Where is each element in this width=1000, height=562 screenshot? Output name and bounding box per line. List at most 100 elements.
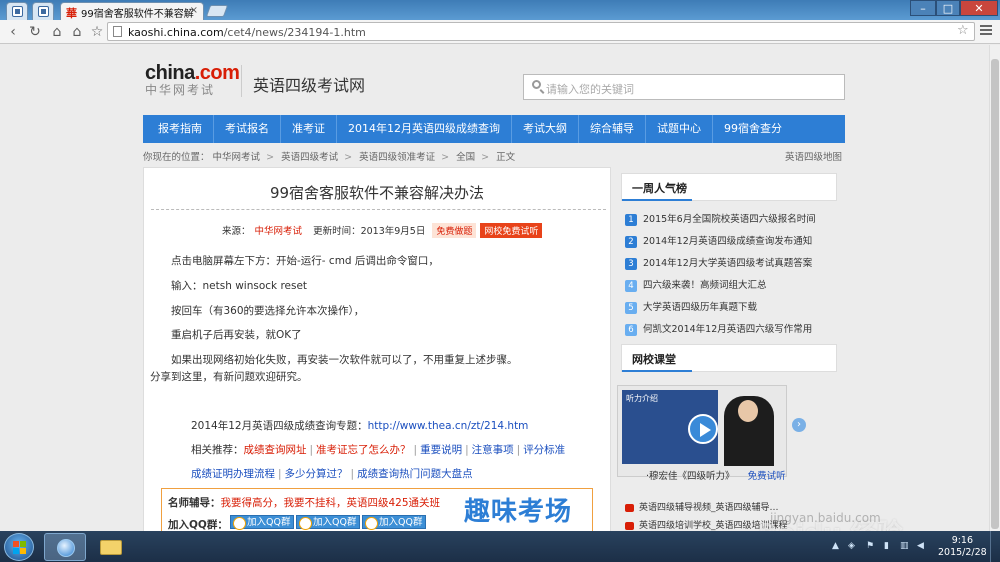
security-shield-icon[interactable]: ◈ (848, 541, 858, 551)
clock-time: 9:16 (951, 535, 974, 546)
show-hidden-icons[interactable]: ▲ (832, 541, 842, 551)
main-nav: 报考指南 考试报名 准考证 2014年12月英语四级成绩查询 考试大纲 综合辅导… (143, 115, 845, 143)
nav-item-99-dorm[interactable]: 99宿舍查分 (713, 115, 793, 143)
free-trial-badge[interactable]: 网校免费试听 (480, 223, 543, 238)
related-link[interactable]: 评分标准 (523, 444, 565, 456)
video-thumbnail[interactable]: 听力介绍 (617, 385, 787, 477)
bookmark-page-icon[interactable]: ☆ (957, 23, 969, 38)
search-input[interactable]: 请输入您的关键词 (523, 74, 845, 100)
forward-icon[interactable]: ⌂ (48, 23, 66, 41)
sitemap-link[interactable]: 英语四级地图 (785, 149, 842, 163)
qq-label: 加入QQ群： (168, 519, 228, 531)
article-paragraph: 重启机子后再安装，就OK了 (171, 329, 302, 341)
volume-icon[interactable]: ◀ (917, 541, 927, 551)
article-paragraph: 按回车（有360的要选择允许本次操作）， (171, 305, 365, 317)
nav-item-score-query[interactable]: 2014年12月英语四级成绩查询 (337, 115, 512, 143)
battery-icon[interactable]: ▮ (884, 541, 894, 551)
related-line-2: 成绩证明办理流程 | 多少分算过？ | 成绩查询热门问题大盘点 (191, 468, 473, 480)
breadcrumb-item[interactable]: 中华网考试 (213, 152, 261, 163)
related-link[interactable]: 多少分算过？ (285, 468, 348, 480)
page-favicon-icon (12, 6, 23, 17)
popular-item[interactable]: 5 大学英语四级历年真题下载 (625, 299, 757, 315)
related-link[interactable]: 准考证忘了怎么办？ (316, 444, 411, 456)
article-panel: 99宿舍客服软件不兼容解决办法 来源： 中华网考试 更新时间：2013年9月5日 … (143, 167, 611, 531)
related-link[interactable]: 成绩查询热门问题大盘点 (357, 468, 473, 480)
free-practice-badge[interactable]: 免费做题 (432, 223, 477, 238)
join-qq-group-button[interactable]: 加入QQ群 (296, 515, 361, 530)
article-meta: 来源： 中华网考试 更新时间：2013年9月5日 免费做题 网校免费试听 (222, 223, 543, 238)
nav-item-syllabus[interactable]: 考试大纲 (512, 115, 579, 143)
popular-item[interactable]: 1 2015年6月全国院校英语四六级报名时间 (625, 211, 816, 227)
taskbar-explorer-button[interactable] (90, 533, 132, 561)
popular-item[interactable]: 2 2014年12月英语四级成绩查询发布通知 (625, 233, 812, 249)
url-text[interactable]: kaoshi.china.com/cet4/news/234194-1.htm (128, 26, 366, 39)
browser-icon (57, 539, 75, 557)
popular-item[interactable]: 3 2014年12月大学英语四级考试真题答案 (625, 255, 812, 271)
breadcrumb-prefix: 你现在的位置： (143, 152, 210, 163)
vertical-scrollbar[interactable] (989, 45, 1000, 531)
show-desktop-button[interactable] (990, 531, 1000, 562)
update-date: 2013年9月5日 (360, 226, 426, 237)
folder-icon (100, 540, 122, 555)
source-link[interactable]: 中华网考试 (255, 226, 303, 237)
teacher-link[interactable]: 我要得高分，我要不挂科，英语四级425通关班 (221, 497, 441, 509)
page-favicon-icon (38, 6, 49, 17)
nav-item-register[interactable]: 考试报名 (214, 115, 281, 143)
nav-item-admission-ticket[interactable]: 准考证 (281, 115, 337, 143)
address-bar[interactable]: kaoshi.china.com/cet4/news/234194-1.htm (107, 22, 975, 41)
article-paragraph: 输入：netsh winsock reset (171, 280, 308, 292)
breadcrumb-item[interactable]: 英语四级领准考证 (359, 152, 435, 163)
taskbar-browser-button[interactable] (44, 533, 86, 561)
clock-date: 2015/2/28 (938, 547, 987, 558)
related-link[interactable]: 成绩查询网址 (244, 444, 307, 456)
article-title: 99宿舍客服软件不兼容解决办法 (269, 184, 485, 202)
start-button[interactable] (4, 533, 34, 561)
breadcrumb-item[interactable]: 全国 (456, 152, 475, 163)
scrollbar-thumb[interactable] (991, 59, 999, 529)
bookmark-star-icon[interactable]: ☆ (88, 23, 106, 41)
site-title: 英语四级考试网 (253, 76, 366, 95)
topic-link[interactable]: http://www.thea.cn/zt/214.htm (368, 420, 529, 432)
site-favicon-icon: 華 (66, 7, 77, 20)
nav-item-exam-center[interactable]: 试题中心 (646, 115, 713, 143)
browser-tab-1[interactable] (6, 2, 28, 20)
window-minimize-button[interactable]: – (910, 0, 936, 16)
home-icon[interactable]: ⌂ (68, 23, 86, 41)
window-maximize-button[interactable]: □ (936, 0, 960, 16)
related-link[interactable]: 重要说明 (420, 444, 462, 456)
join-qq-group-button[interactable]: 加入QQ群 (230, 515, 295, 530)
popular-item[interactable]: 6 何凯文2014年12月英语四六级写作常用 (625, 321, 812, 337)
new-tab-button[interactable] (205, 5, 229, 17)
related-link[interactable]: 注意事项 (472, 444, 514, 456)
breadcrumb-current: 正文 (496, 152, 516, 163)
page-viewport: china.com 中华网考试 英语四级考试网 请输入您的关键词 报考指南 考试… (0, 45, 989, 531)
play-icon[interactable] (688, 414, 718, 444)
carousel-next-button[interactable]: › (792, 418, 806, 432)
breadcrumb: 你现在的位置： 中华网考试 > 英语四级考试 > 英语四级领准考证 > 全国 > 正文 (143, 152, 516, 163)
window-close-button[interactable]: ✕ (960, 0, 998, 16)
back-icon[interactable]: ‹ (4, 23, 22, 41)
video-title-link[interactable]: ·穆宏佳《四级听力》 (646, 471, 735, 482)
china-com-logo[interactable]: china.com 中华网考试 (145, 63, 240, 97)
video-course-link[interactable]: 英语四级辅导视频_英语四级辅导… (625, 500, 779, 513)
join-qq-group-button[interactable]: 加入QQ群 (362, 515, 427, 530)
browser-tab-2[interactable] (32, 2, 54, 20)
tv-icon (625, 521, 634, 530)
weekly-popular-header: 一周人气榜 (621, 173, 837, 201)
tab-close-icon[interactable]: × (190, 5, 198, 16)
popular-item[interactable]: 4 四六级来袭！高频词组大汇总 (625, 277, 767, 293)
reload-icon[interactable]: ↻ (26, 23, 44, 41)
browser-tab-active[interactable]: 華 99宿舍客服软件不兼容解 × (60, 2, 204, 20)
article-paragraph: 点击电脑屏幕左下方：开始-运行- cmd 后调出命令窗口， (171, 255, 439, 267)
nav-item-tutoring[interactable]: 综合辅导 (579, 115, 646, 143)
browser-toolbar: ‹ ↻ ⌂ ⌂ ☆ kaoshi.china.com/cet4/news/234… (0, 20, 1000, 44)
free-listen-link[interactable]: 免费试听 (748, 471, 786, 482)
system-clock[interactable]: 9:16 2015/2/28 (938, 535, 987, 559)
fun-exam-banner[interactable]: 趣味考场 (449, 490, 587, 531)
network-icon[interactable]: ▥ (900, 541, 910, 551)
browser-menu-icon[interactable] (980, 25, 992, 37)
related-link[interactable]: 成绩证明办理流程 (191, 468, 275, 480)
breadcrumb-item[interactable]: 英语四级考试 (281, 152, 338, 163)
action-center-icon[interactable]: ⚑ (866, 541, 876, 551)
nav-item-guide[interactable]: 报考指南 (147, 115, 214, 143)
